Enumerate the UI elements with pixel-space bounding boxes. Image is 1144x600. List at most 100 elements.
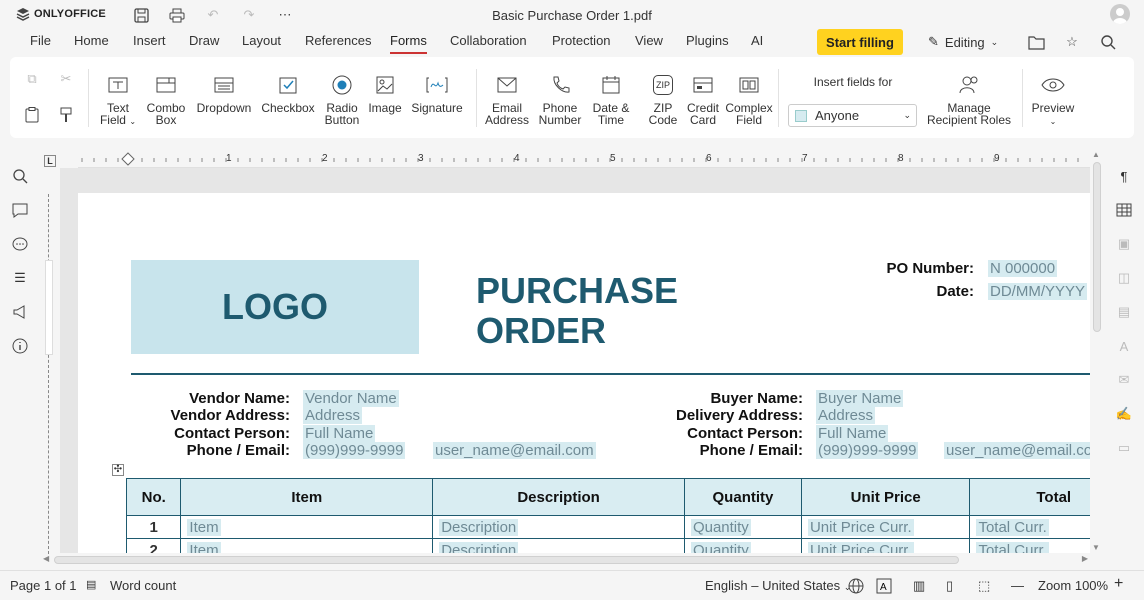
email-address-button[interactable]: Email Address — [482, 72, 532, 126]
checkbox-button[interactable]: Checkbox — [260, 72, 316, 114]
text-art-icon[interactable]: A — [1114, 336, 1134, 356]
vendor-address-field[interactable]: Address — [303, 407, 363, 424]
menu-collaboration[interactable]: Collaboration — [450, 33, 527, 48]
redo-icon[interactable]: ↷ — [240, 6, 258, 24]
mail-merge-icon[interactable]: ✉ — [1114, 370, 1134, 390]
open-location-icon[interactable] — [1027, 33, 1045, 51]
menu-home[interactable]: Home — [74, 33, 109, 48]
preview-button[interactable]: Preview ⌄ — [1028, 72, 1078, 128]
signature-button[interactable]: Signature — [408, 72, 466, 114]
buyer-phone-field[interactable]: (999)999-9999 — [816, 442, 919, 459]
language-select[interactable]: English – United States ⌄ — [705, 578, 851, 593]
print-icon[interactable] — [168, 6, 186, 24]
fit-width-icon[interactable]: ⬚ — [978, 578, 990, 594]
word-count-button[interactable]: Word count — [110, 578, 176, 593]
table-cell[interactable]: Description — [432, 515, 685, 539]
po-number-field[interactable]: N 000000 — [988, 260, 1058, 277]
scroll-right-arrow-icon[interactable]: ▶ — [1082, 554, 1088, 563]
combo-box-button[interactable]: Combo Box — [144, 72, 188, 126]
document-workspace[interactable]: LOGO PURCHASE ORDER PO Number: N 000000 … — [60, 168, 1090, 553]
start-filling-button[interactable]: Start filling — [817, 29, 903, 55]
text-field-button[interactable]: Text Field ⌄ — [98, 72, 138, 128]
vertical-scrollbar[interactable]: ▲ ▼ — [1090, 148, 1104, 554]
menu-protection[interactable]: Protection — [552, 33, 611, 48]
menu-view[interactable]: View — [635, 33, 663, 48]
buyer-contact-field[interactable]: Full Name — [816, 425, 889, 442]
track-changes-icon[interactable]: ▥ — [913, 578, 925, 594]
vendor-contact-field[interactable]: Full Name — [303, 425, 376, 442]
phone-number-button[interactable]: Phone Number — [536, 72, 584, 126]
vendor-name-field[interactable]: Vendor Name — [303, 390, 399, 407]
page-indicator[interactable]: Page 1 of 1 — [10, 578, 77, 593]
more-icon[interactable]: ⋯ — [276, 6, 294, 24]
vertical-scroll-thumb[interactable] — [1093, 162, 1101, 332]
item-field[interactable]: Item — [187, 518, 221, 536]
shape-settings-icon[interactable]: ◫ — [1114, 268, 1134, 288]
scroll-left-arrow-icon[interactable]: ◀ — [43, 554, 49, 563]
zip-code-button[interactable]: ZIP ZIP Code — [640, 72, 686, 126]
menu-ai[interactable]: AI — [751, 33, 763, 48]
delivery-address-field[interactable]: Address — [816, 407, 876, 424]
document-language-globe-icon[interactable] — [848, 578, 864, 597]
table-cell[interactable]: Total Curr. — [969, 515, 1090, 539]
table-cell[interactable]: Quantity — [683, 515, 802, 539]
complex-field-button[interactable]: Complex Field — [722, 72, 776, 126]
buyer-name-field[interactable]: Buyer Name — [816, 390, 904, 407]
horizontal-scroll-thumb[interactable] — [54, 556, 959, 564]
total-field[interactable]: Total Curr. — [976, 518, 1049, 536]
fit-page-icon[interactable]: ▯ — [946, 578, 953, 594]
table-cell[interactable]: Unit Price Curr. — [800, 515, 971, 539]
date-time-button[interactable]: Date & Time — [590, 72, 632, 126]
date-field[interactable]: DD/MM/YYYY — [988, 283, 1088, 300]
menu-insert[interactable]: Insert — [133, 33, 166, 48]
vendor-phone-field[interactable]: (999)999-9999 — [303, 442, 406, 459]
chart-settings-icon[interactable]: ▤ — [1114, 302, 1134, 322]
format-painter-icon[interactable] — [56, 105, 76, 125]
unit-price-field[interactable]: Unit Price Curr. — [807, 518, 914, 536]
user-avatar-icon[interactable] — [1110, 4, 1130, 24]
feedback-megaphone-icon[interactable] — [10, 302, 30, 322]
about-info-icon[interactable] — [10, 336, 30, 356]
manage-recipient-roles-button[interactable]: Manage Recipient Roles — [926, 72, 1012, 126]
table-cell[interactable]: Item — [180, 515, 434, 539]
cut-icon[interactable]: ✂ — [56, 69, 76, 89]
menu-draw[interactable]: Draw — [189, 33, 219, 48]
form-settings-icon[interactable]: ▭ — [1114, 438, 1134, 458]
menu-plugins[interactable]: Plugins — [686, 33, 729, 48]
table-cell[interactable]: Total Curr. — [969, 538, 1090, 553]
zoom-level[interactable]: Zoom 100% — [1038, 578, 1108, 593]
document-page[interactable]: LOGO PURCHASE ORDER PO Number: N 000000 … — [78, 193, 1090, 553]
table-cell[interactable]: Quantity — [683, 538, 802, 553]
total-field[interactable]: Total Curr. — [976, 541, 1049, 553]
image-settings-icon[interactable]: ▣ — [1114, 234, 1134, 254]
undo-icon[interactable]: ↶ — [204, 6, 222, 24]
dropdown-button[interactable]: Dropdown — [194, 72, 254, 114]
quantity-field[interactable]: Quantity — [690, 541, 751, 553]
logo-image-placeholder[interactable]: LOGO — [131, 260, 419, 354]
navigation-icon[interactable]: ☰ — [10, 268, 30, 288]
editing-mode-dropdown[interactable]: ✎ Editing ⌄ — [928, 34, 998, 50]
search-icon[interactable] — [1099, 33, 1117, 51]
chat-icon[interactable] — [10, 234, 30, 254]
spell-check-icon[interactable]: A — [876, 578, 892, 597]
table-cell[interactable]: Description — [432, 538, 685, 553]
vertical-ruler[interactable] — [42, 194, 56, 559]
table-settings-icon[interactable] — [1114, 200, 1134, 220]
comments-icon[interactable] — [10, 200, 30, 220]
signature-settings-icon[interactable]: ✍ — [1114, 404, 1134, 424]
paragraph-settings-icon[interactable]: ¶ — [1114, 166, 1134, 186]
menu-references[interactable]: References — [305, 33, 371, 48]
unit-price-field[interactable]: Unit Price Curr. — [807, 541, 914, 553]
description-field[interactable]: Description — [439, 518, 519, 536]
search-icon[interactable] — [10, 166, 30, 186]
zoom-in-icon[interactable]: + — [1114, 575, 1123, 593]
horizontal-ruler[interactable]: 1 2 3 4 5 6 7 8 9 — [78, 152, 1090, 168]
image-button[interactable]: Image — [366, 72, 404, 114]
scroll-down-arrow-icon[interactable]: ▼ — [1092, 543, 1100, 552]
radio-button-button[interactable]: Radio Button — [322, 72, 362, 126]
paste-icon[interactable] — [22, 105, 42, 125]
quantity-field[interactable]: Quantity — [690, 518, 751, 536]
table-cell[interactable]: Unit Price Curr. — [800, 538, 971, 553]
copy-icon[interactable]: ⧉ — [22, 69, 42, 89]
vendor-email-field[interactable]: user_name@email.com — [433, 442, 596, 459]
